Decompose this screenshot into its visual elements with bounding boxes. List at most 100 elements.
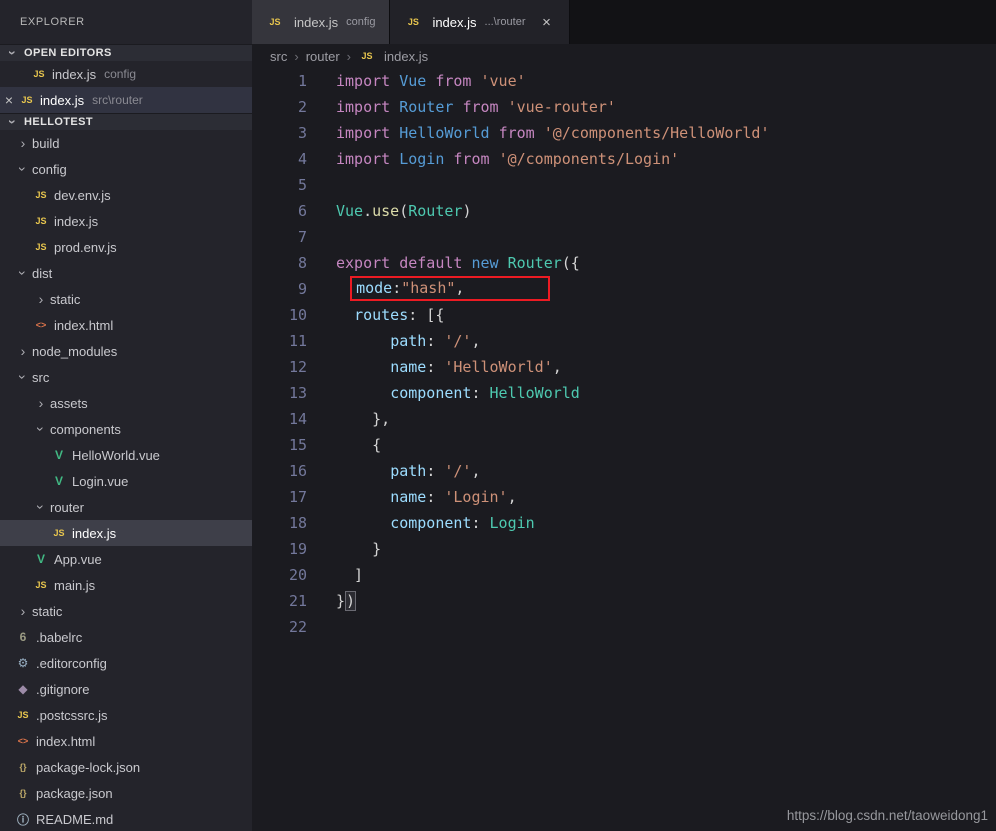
tab-index.js[interactable]: JS index.js ...\router × (390, 0, 571, 44)
tree-folder-config[interactable]: › config (0, 156, 252, 182)
breadcrumb-item-src[interactable]: src (270, 49, 287, 64)
tree-file-Login.vue[interactable]: V Login.vue (0, 468, 252, 494)
line-number[interactable]: 16 (252, 458, 307, 484)
code-line-content[interactable]: name: 'Login', (307, 484, 517, 510)
code-line-content[interactable]: component: HelloWorld (307, 380, 580, 406)
tree-file-index.html[interactable]: <> index.html (0, 312, 252, 338)
line-number[interactable]: 21 (252, 588, 307, 614)
line-number[interactable]: 10 (252, 302, 307, 328)
tab-close-icon[interactable]: × (537, 14, 555, 31)
tree-file-.editorconfig[interactable]: ⚙ .editorconfig (0, 650, 252, 676)
explorer-sidebar: EXPLORER › OPEN EDITORS JS index.js config… (0, 0, 252, 831)
code-line-content[interactable]: import Login from '@/components/Login' (307, 146, 679, 172)
code-line-content[interactable]: path: '/', (307, 458, 480, 484)
tree-file-.babelrc[interactable]: 6 .babelrc (0, 624, 252, 650)
tree-file-App.vue[interactable]: V App.vue (0, 546, 252, 572)
tree-folder-router[interactable]: › router (0, 494, 252, 520)
tree-file-package.json[interactable]: {} package.json (0, 780, 252, 806)
line-number[interactable]: 18 (252, 510, 307, 536)
line-number[interactable]: 19 (252, 536, 307, 562)
tree-file-.postcssrc.js[interactable]: JS .postcssrc.js (0, 702, 252, 728)
tree-item-label: static (32, 603, 63, 619)
tree-folder-src[interactable]: › src (0, 364, 252, 390)
chevron-down-icon: › (15, 270, 31, 276)
tree-folder-assets[interactable]: › assets (0, 390, 252, 416)
code-line-content[interactable]: path: '/', (307, 328, 480, 354)
code-line-content[interactable]: { (307, 432, 381, 458)
code-line-content[interactable]: }) (307, 588, 357, 614)
tree-file-index.js[interactable]: JS index.js (0, 208, 252, 234)
code-token: new (471, 254, 499, 272)
line-number[interactable]: 4 (252, 146, 307, 172)
tree-file-main.js[interactable]: JS main.js (0, 572, 252, 598)
line-number[interactable]: 14 (252, 406, 307, 432)
tree-file-index.js[interactable]: JS index.js (0, 520, 252, 546)
line-number[interactable]: 12 (252, 354, 307, 380)
open-editor-filename: index.js (40, 92, 85, 108)
tree-folder-build[interactable]: › build (0, 130, 252, 156)
line-number[interactable]: 11 (252, 328, 307, 354)
code-line-content[interactable] (307, 172, 336, 198)
tree-file-package-lock.json[interactable]: {} package-lock.json (0, 754, 252, 780)
open-editor-filename: index.js (52, 66, 97, 82)
tree-folder-node_modules[interactable]: › node_modules (0, 338, 252, 364)
tree-folder-static[interactable]: › static (0, 598, 252, 624)
line-number[interactable]: 5 (252, 172, 307, 198)
code-line-content[interactable]: import HelloWorld from '@/components/Hel… (307, 120, 770, 146)
code-line-content[interactable] (307, 224, 336, 250)
line-number[interactable]: 13 (252, 380, 307, 406)
line-number[interactable]: 22 (252, 614, 307, 640)
code-line-content[interactable]: ] (307, 562, 363, 588)
breadcrumb-item-file[interactable]: index.js (384, 49, 428, 64)
line-number[interactable]: 3 (252, 120, 307, 146)
tree-item-label: index.html (36, 733, 96, 749)
babel-file-icon: 6 (19, 630, 27, 644)
chevron-down-icon: › (15, 374, 31, 380)
tab-index.js[interactable]: JS index.js config (252, 0, 391, 44)
code-token: default (399, 254, 463, 272)
code-line-content[interactable]: routes: [{ (307, 302, 444, 328)
tree-file-.gitignore[interactable]: ◆ .gitignore (0, 676, 252, 702)
project-folder-header[interactable]: › HELLOTEST (0, 113, 252, 130)
line-number[interactable]: 17 (252, 484, 307, 510)
code-line-content[interactable] (307, 614, 336, 640)
code-token: routes (354, 306, 409, 324)
code-line-content[interactable]: Vue.use(Router) (307, 198, 471, 224)
code-line-content[interactable]: mode:"hash", (307, 276, 551, 302)
line-number[interactable]: 7 (252, 224, 307, 250)
code-token: , (507, 488, 517, 506)
code-line-content[interactable]: } (307, 536, 381, 562)
code-line-content[interactable]: component: Login (307, 510, 535, 536)
tree-folder-components[interactable]: › components (0, 416, 252, 442)
open-editors-header[interactable]: › OPEN EDITORS (0, 44, 252, 61)
tree-file-prod.env.js[interactable]: JS prod.env.js (0, 234, 252, 260)
open-editor-item[interactable]: JS index.js config (0, 61, 252, 87)
line-number[interactable]: 1 (252, 68, 307, 94)
code-token: ] (336, 566, 364, 584)
line-number[interactable]: 9 (252, 276, 307, 302)
tree-file-HelloWorld.vue[interactable]: V HelloWorld.vue (0, 442, 252, 468)
tree-folder-dist[interactable]: › dist (0, 260, 252, 286)
tree-file-dev.env.js[interactable]: JS dev.env.js (0, 182, 252, 208)
tree-file-index.html[interactable]: <> index.html (0, 728, 252, 754)
code-token: '/' (444, 462, 472, 480)
code-line-content[interactable]: }, (307, 406, 390, 432)
line-number[interactable]: 6 (252, 198, 307, 224)
tree-file-README.md[interactable]: ⓘ README.md (0, 806, 252, 831)
code-line-content[interactable]: import Router from 'vue-router' (307, 94, 616, 120)
line-number[interactable]: 15 (252, 432, 307, 458)
line-number[interactable]: 20 (252, 562, 307, 588)
code-token: 'vue' (480, 72, 526, 90)
line-number[interactable]: 2 (252, 94, 307, 120)
code-line-content[interactable]: name: 'HelloWorld', (307, 354, 562, 380)
close-icon[interactable]: × (0, 92, 18, 108)
code-line-content[interactable]: export default new Router({ (307, 250, 580, 276)
breadcrumb-item-router[interactable]: router (306, 49, 340, 64)
code-line-content[interactable]: import Vue from 'vue' (307, 68, 526, 94)
line-number[interactable]: 8 (252, 250, 307, 276)
tree-folder-static[interactable]: › static (0, 286, 252, 312)
open-editor-item[interactable]: × JS index.js src\router (0, 87, 252, 113)
